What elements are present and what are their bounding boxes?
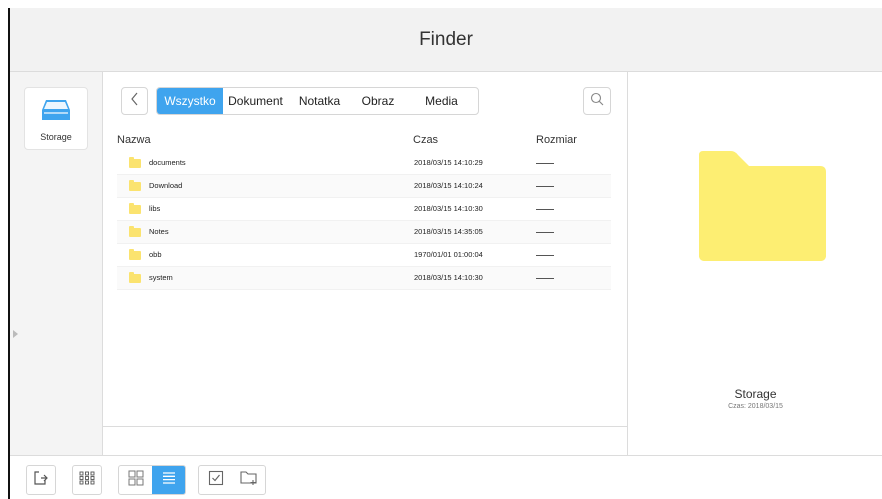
file-list: documents 2018/03/15 14:10:29 Download 2… [117, 152, 611, 290]
search-button[interactable] [583, 87, 611, 115]
sidebar-item-label: Storage [40, 132, 72, 142]
filter-tabs: Wszystko Dokument Notatka Obraz Media [156, 87, 479, 115]
column-header-time[interactable]: Czas [413, 134, 438, 146]
list-header: Nazwa Czas Rozmiar [117, 134, 611, 150]
list-item[interactable]: system 2018/03/15 14:10:30 [117, 267, 611, 290]
tab-obraz[interactable]: Obraz [351, 88, 405, 114]
folder-icon [129, 272, 141, 283]
file-time: 2018/03/15 14:10:30 [414, 273, 483, 282]
file-browser: Wszystko Dokument Notatka Obraz Media Na… [103, 72, 628, 455]
grid-view-button[interactable] [119, 466, 152, 494]
folder-icon [129, 157, 141, 168]
apps-button[interactable] [72, 465, 102, 495]
back-button[interactable] [121, 87, 148, 115]
selection-tools [198, 465, 266, 495]
file-time: 2018/03/15 14:10:30 [414, 204, 483, 213]
list-item[interactable]: documents 2018/03/15 14:10:29 [117, 152, 611, 175]
file-time: 2018/03/15 14:10:29 [414, 158, 483, 167]
preview-meta: Czas: 2018/03/15 [728, 403, 783, 410]
sidebar: Storage [10, 72, 103, 455]
list-view-button[interactable] [152, 466, 185, 494]
file-time: 2018/03/15 14:10:24 [414, 181, 483, 190]
title-bar: Finder [10, 8, 882, 72]
new-folder-button[interactable] [232, 466, 265, 494]
storage-drive-icon [41, 98, 71, 127]
file-name: libs [149, 204, 161, 213]
exit-icon [33, 470, 49, 491]
file-size-dash [536, 278, 554, 279]
window-title: Finder [419, 28, 473, 50]
file-name: system [149, 273, 173, 282]
file-name: documents [149, 158, 186, 167]
checkbox-icon [208, 470, 224, 491]
folder-icon [129, 203, 141, 214]
file-time: 2018/03/15 14:35:05 [414, 227, 483, 236]
grid-view-icon [128, 470, 144, 491]
file-name: Notes [149, 227, 169, 236]
file-name: obb [149, 250, 162, 259]
file-size-dash [536, 255, 554, 256]
file-size-dash [536, 209, 554, 210]
folder-icon [129, 180, 141, 191]
list-item[interactable]: libs 2018/03/15 14:10:30 [117, 198, 611, 221]
preview-title: Storage [734, 387, 777, 401]
tab-media[interactable]: Media [405, 88, 478, 114]
tab-dokument[interactable]: Dokument [223, 88, 288, 114]
sidebar-item-storage[interactable]: Storage [24, 87, 88, 150]
tab-notatka[interactable]: Notatka [288, 88, 351, 114]
bottom-toolbar [10, 455, 882, 499]
view-mode-toggle [118, 465, 186, 495]
list-footer-divider [103, 426, 628, 427]
file-size-dash [536, 163, 554, 164]
folder-icon [129, 226, 141, 237]
list-view-icon [161, 470, 177, 491]
column-header-name[interactable]: Nazwa [117, 134, 151, 146]
file-time: 1970/01/01 01:00:04 [414, 250, 483, 259]
file-size-dash [536, 186, 554, 187]
folder-preview-icon [699, 151, 826, 261]
select-button[interactable] [199, 466, 232, 494]
list-item[interactable]: Notes 2018/03/15 14:35:05 [117, 221, 611, 244]
tab-wszystko[interactable]: Wszystko [157, 88, 223, 114]
column-header-size[interactable]: Rozmiar [536, 134, 577, 146]
file-name: Download [149, 181, 183, 190]
search-icon [590, 92, 604, 111]
folder-icon [129, 249, 141, 260]
list-item[interactable]: obb 1970/01/01 01:00:04 [117, 244, 611, 267]
exit-button[interactable] [26, 465, 56, 495]
finder-window: Finder Storage Wszystko Dokument Notatka [0, 0, 882, 499]
apps-grid-icon [79, 471, 95, 490]
expand-sidebar-handle[interactable] [13, 330, 18, 338]
file-size-dash [536, 232, 554, 233]
list-item[interactable]: Download 2018/03/15 14:10:24 [117, 175, 611, 198]
new-folder-icon [239, 470, 258, 491]
preview-pane: Storage Czas: 2018/03/15 [629, 72, 882, 455]
chevron-left-icon [130, 92, 140, 111]
